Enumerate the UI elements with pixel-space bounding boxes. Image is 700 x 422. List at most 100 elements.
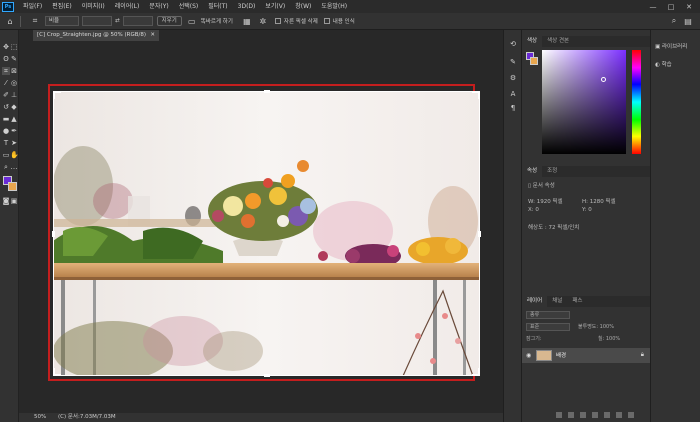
brush-settings-icon[interactable]: ✎ <box>509 58 517 66</box>
crop-tool-icon[interactable]: ⌗ <box>2 67 10 75</box>
eraser-tool-icon[interactable]: ◆ <box>10 103 18 111</box>
content-aware-label: 내용 인식 <box>332 19 355 25</box>
color-picker-field[interactable] <box>542 50 626 154</box>
workspace-icon[interactable]: ▤ <box>682 15 694 27</box>
link-layers-icon[interactable] <box>556 412 562 418</box>
crop-edge-handle[interactable] <box>478 231 481 237</box>
tab-paths[interactable]: 패스 <box>567 296 587 307</box>
panel-dock-icons: ⟲ ✎ ⚙ A ¶ <box>503 30 522 422</box>
tab-color[interactable]: 색상 <box>522 36 543 47</box>
menu-type[interactable]: 문자(Y) <box>144 0 173 13</box>
maximize-button[interactable]: □ <box>664 0 678 13</box>
move-tool-icon[interactable]: ✥ <box>2 43 10 51</box>
layer-row-background[interactable]: ◉ 배경 🔒︎ <box>522 348 650 363</box>
delete-cropped-checkbox[interactable] <box>274 18 281 24</box>
menu-window[interactable]: 창(W) <box>290 0 316 13</box>
crop-edge-handle[interactable] <box>264 90 270 93</box>
straighten-icon[interactable]: ▭ <box>186 15 198 27</box>
lasso-tool-icon[interactable]: ʘ <box>2 55 10 63</box>
menu-help[interactable]: 도움말(H) <box>316 0 352 13</box>
menu-select[interactable]: 선택(S) <box>174 0 204 13</box>
history-panel-icon[interactable]: ⟲ <box>509 40 517 48</box>
new-layer-icon[interactable] <box>616 412 622 418</box>
background-color-swatch[interactable] <box>8 182 17 191</box>
background-color-swatch[interactable] <box>530 57 538 65</box>
menu-filter[interactable]: 필터(T) <box>203 0 232 13</box>
color-panel-tabs: 색상 색상 견본 <box>522 36 650 47</box>
pen-tool-icon[interactable]: ✒ <box>10 127 18 135</box>
height-input[interactable] <box>122 16 153 26</box>
layer-kind-filter[interactable]: 종류 <box>526 311 570 319</box>
crop-edge-handle[interactable] <box>264 374 270 377</box>
crop-bounding-box[interactable] <box>52 90 481 377</box>
blur-tool-icon[interactable]: ▲ <box>10 115 18 123</box>
gradient-tool-icon[interactable]: ▬ <box>2 115 10 123</box>
stamp-tool-icon[interactable]: ⊥ <box>10 91 18 99</box>
hand-tool-icon[interactable]: ✋ <box>10 151 19 159</box>
screen-mode-icon[interactable]: ▣ <box>10 197 18 205</box>
delete-layer-icon[interactable] <box>628 412 634 418</box>
width-input[interactable] <box>82 16 112 26</box>
marquee-tool-icon[interactable]: ⬚ <box>10 43 18 51</box>
search-icon[interactable]: ⌕ <box>668 15 680 27</box>
crop-edge-handle[interactable] <box>52 231 55 237</box>
blend-mode-select[interactable]: 표준 <box>526 323 570 331</box>
opacity-field[interactable]: 불투명도: 100% <box>578 323 614 330</box>
character-panel-icon[interactable]: A <box>509 90 517 98</box>
crop-tool-icon[interactable]: ⌗ <box>29 15 41 27</box>
quick-mask-icon[interactable]: ◙ <box>2 197 10 205</box>
history-brush-icon[interactable]: ↺ <box>2 103 10 111</box>
clear-button[interactable]: 지우기 <box>156 16 182 26</box>
home-icon[interactable]: ⌂ <box>4 15 16 27</box>
learn-item[interactable]: ◐ 학습 <box>655 60 672 68</box>
color-picker-cursor[interactable] <box>601 77 606 82</box>
visibility-eye-icon[interactable]: ◉ <box>526 352 531 359</box>
hue-slider[interactable] <box>632 50 641 154</box>
type-tool-icon[interactable]: T <box>2 139 10 147</box>
new-group-icon[interactable] <box>604 412 610 418</box>
crop-corner-handle[interactable] <box>478 368 480 376</box>
menu-view[interactable]: 보기(V) <box>260 0 290 13</box>
ratio-select[interactable]: 비율 <box>45 16 79 26</box>
zoom-tool-icon[interactable]: ⌕ <box>2 163 10 171</box>
swap-icon[interactable]: ⇄ <box>115 18 120 24</box>
grid-overlay-icon[interactable]: ▦ <box>241 15 253 27</box>
crop-corner-handle[interactable] <box>478 91 480 99</box>
document-tab[interactable]: [C] Crop_Straighten.jpg @ 50% (RGB/8) ✕ <box>33 30 159 41</box>
frame-tool-icon[interactable]: ⊠ <box>10 67 18 75</box>
tab-adjustments[interactable]: 조정 <box>542 166 562 177</box>
adjustment-layer-icon[interactable] <box>592 412 598 418</box>
menu-file[interactable]: 파일(F) <box>18 0 47 13</box>
close-tab-icon[interactable]: ✕ <box>150 30 155 41</box>
brush-tool-icon[interactable]: ✐ <box>2 91 10 99</box>
libraries-item[interactable]: ▣ 라이브러리 <box>655 42 687 50</box>
shape-tool-icon[interactable]: ▭ <box>2 151 10 159</box>
tab-swatches[interactable]: 색상 견본 <box>542 36 574 47</box>
minimize-button[interactable]: — <box>646 0 660 13</box>
eyedropper-tool-icon[interactable]: ⁄ <box>2 79 10 87</box>
menu-edit[interactable]: 편집(E) <box>47 0 77 13</box>
gear-icon[interactable]: ✲ <box>257 15 269 27</box>
menu-3d[interactable]: 3D(D) <box>233 0 261 13</box>
tab-channels[interactable]: 채널 <box>547 296 567 307</box>
crop-corner-handle[interactable] <box>53 91 55 99</box>
zoom-level[interactable]: 50% <box>34 414 46 420</box>
menu-image[interactable]: 이미지(I) <box>77 0 110 13</box>
adjustments-icon[interactable]: ⚙ <box>509 74 517 82</box>
dodge-tool-icon[interactable]: ● <box>2 127 10 135</box>
tab-properties[interactable]: 속성 <box>522 166 543 177</box>
crop-corner-handle[interactable] <box>53 368 55 376</box>
content-aware-checkbox[interactable] <box>323 18 330 24</box>
layer-style-icon[interactable] <box>568 412 574 418</box>
path-selection-icon[interactable]: ➤ <box>10 139 18 147</box>
more-tools-icon[interactable]: … <box>10 163 18 171</box>
add-mask-icon[interactable] <box>580 412 586 418</box>
fill-field[interactable]: 칠: 100% <box>598 335 620 342</box>
magic-wand-tool-icon[interactable]: ✎ <box>10 55 18 63</box>
menu-layer[interactable]: 레이어(L) <box>110 0 145 13</box>
paragraph-panel-icon[interactable]: ¶ <box>509 104 517 112</box>
tab-layers[interactable]: 레이어 <box>522 296 548 307</box>
canvas-area[interactable] <box>19 41 496 413</box>
close-window-button[interactable]: ✕ <box>682 0 696 13</box>
healing-tool-icon[interactable]: ◎ <box>10 79 18 87</box>
